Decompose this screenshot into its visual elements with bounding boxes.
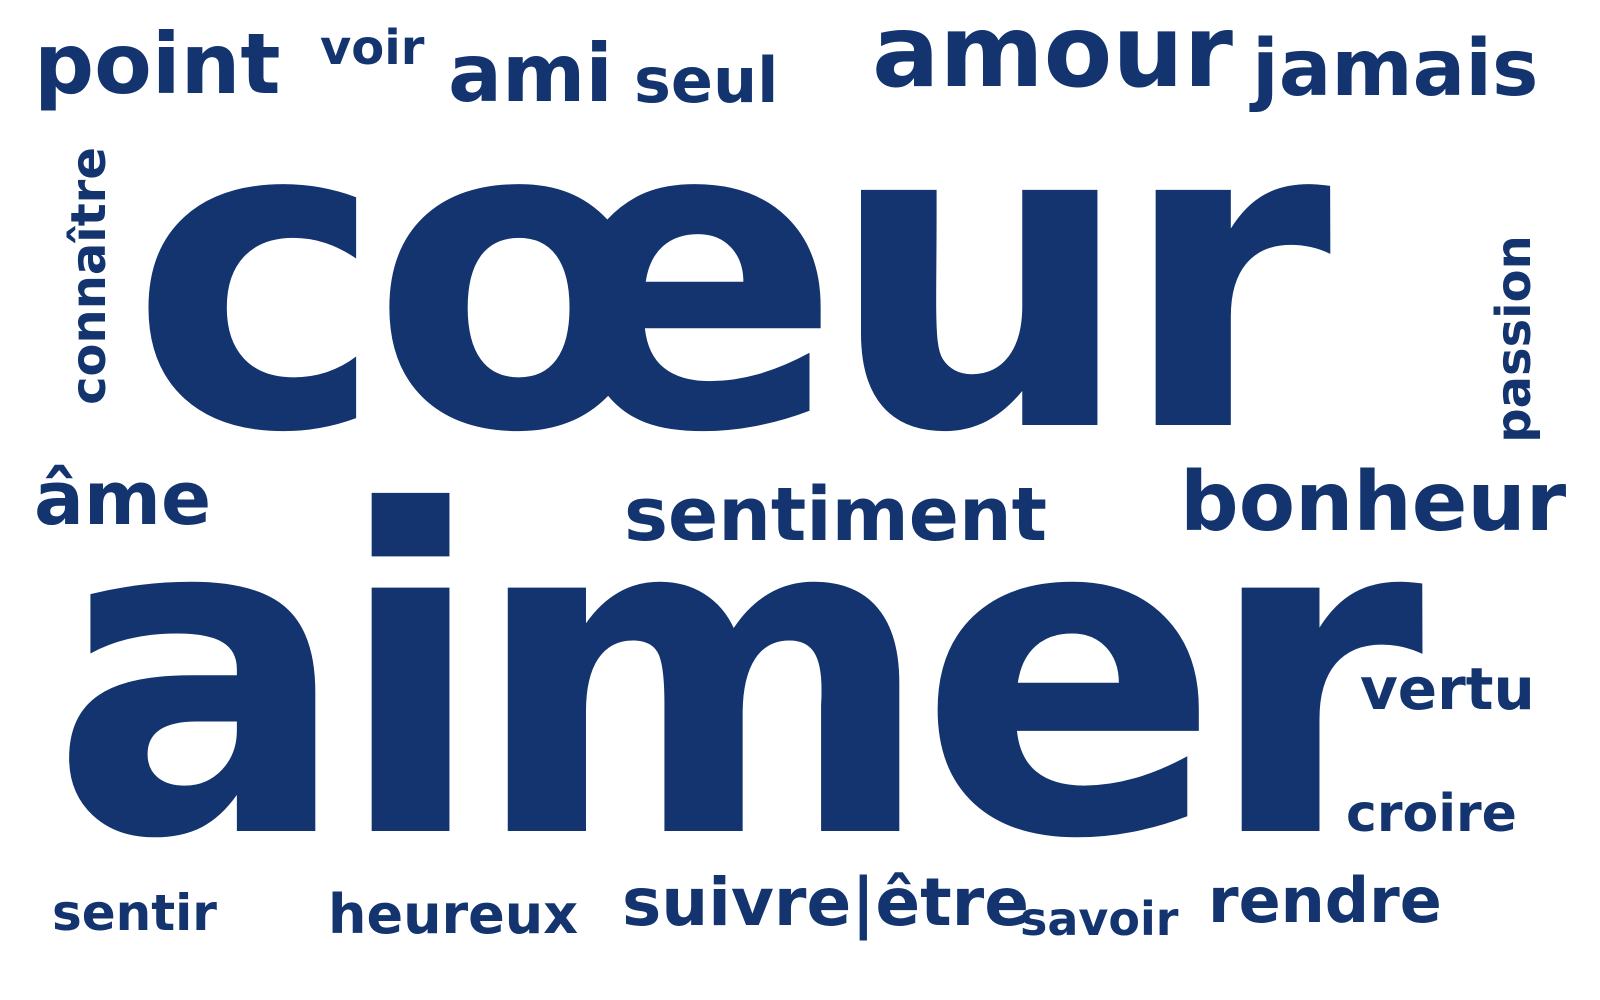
word-savoir: savoir xyxy=(1020,892,1179,946)
word-ami: ami xyxy=(448,27,613,120)
word-cloud: cœur aimer point voir ami seul amour jam… xyxy=(0,0,1600,1000)
word-passion: passion xyxy=(1485,235,1542,443)
word-bonheur: bonheur xyxy=(1180,455,1567,550)
word-vertu: vertu xyxy=(1360,655,1535,723)
word-sentiment: sentiment xyxy=(624,472,1048,558)
word-amour: amour xyxy=(872,0,1233,110)
word-connaitre: connaître xyxy=(60,147,117,405)
word-seul: seul xyxy=(634,44,779,117)
word-croire: croire xyxy=(1346,784,1517,844)
word-point: point xyxy=(34,15,281,113)
word-sentir: sentir xyxy=(52,884,217,942)
word-ame: âme xyxy=(34,456,212,542)
word-heureux: heureux xyxy=(328,883,579,946)
word-rendre: rendre xyxy=(1208,864,1442,937)
word-jamais: jamais xyxy=(1252,24,1539,114)
word-voir: voir xyxy=(320,20,425,76)
word-suivre-etre: suivre|être xyxy=(622,864,1029,941)
